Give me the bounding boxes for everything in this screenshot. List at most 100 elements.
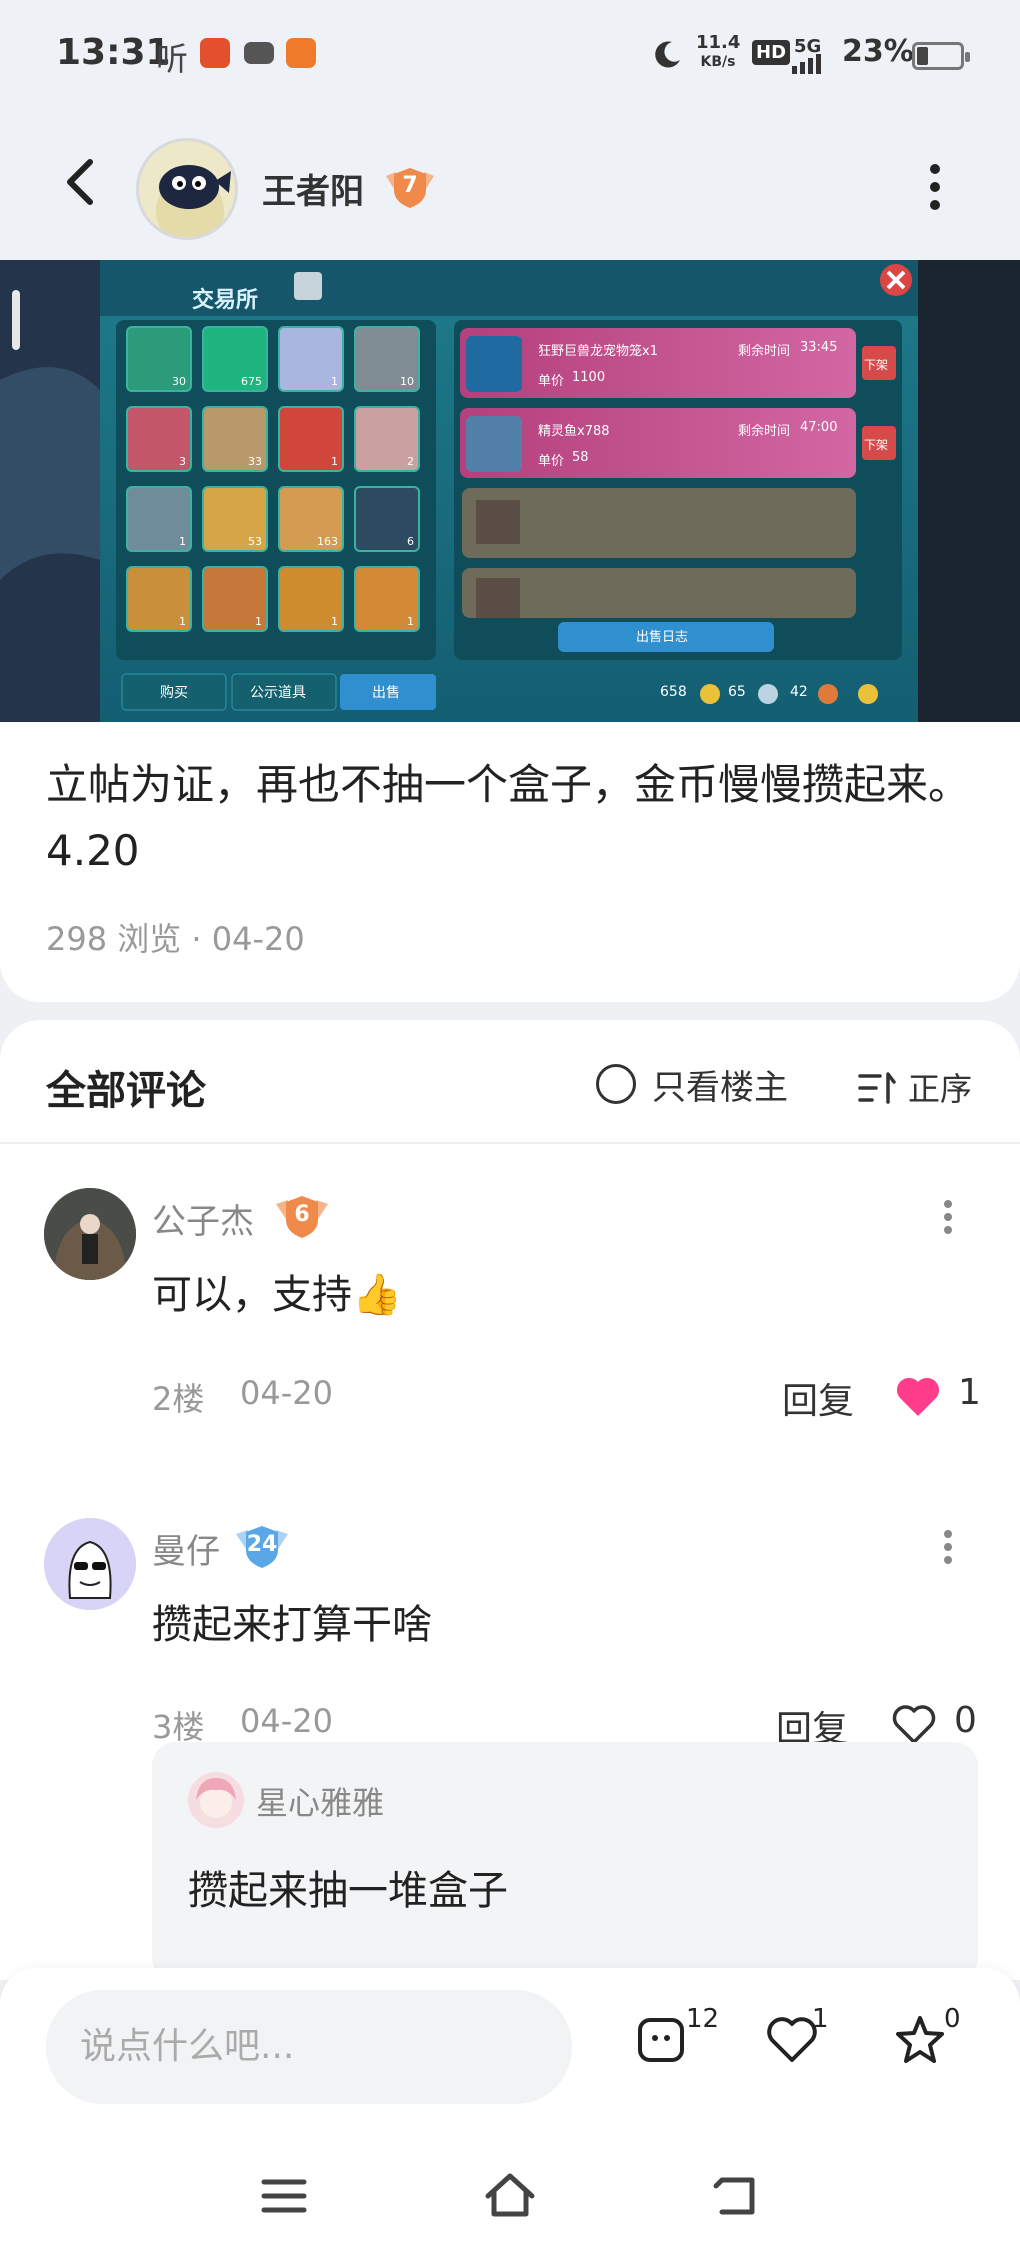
author-avatar[interactable] xyxy=(136,138,238,240)
more-options-icon[interactable] xyxy=(920,160,950,220)
game-item-count: 1 xyxy=(331,375,338,388)
like-count: 0 xyxy=(954,1700,977,1741)
sub-reply-name[interactable]: 星心雅雅 xyxy=(256,1778,384,1824)
game-item-count: 3 xyxy=(179,455,186,468)
signal-bars-icon xyxy=(792,54,821,74)
sort-order-icon xyxy=(858,1072,896,1104)
comment-more-icon[interactable] xyxy=(938,1528,958,1568)
comment-text: 攒起来打算干啥 xyxy=(152,1602,432,1648)
post-text: 立帖为证，再也不抽一个盒子，金币慢慢攒起来。4.20 xyxy=(46,760,971,875)
listing-price-label: 单价 xyxy=(538,454,565,469)
game-item-count: 6 xyxy=(407,535,414,548)
status-time: 13:31 xyxy=(56,32,171,73)
listing-time-label: 剩余时间 xyxy=(738,344,791,359)
listing-name: 狂野巨兽龙宠物笼x1 xyxy=(538,344,658,359)
home-icon[interactable] xyxy=(480,2166,540,2226)
sort-label: 正序 xyxy=(908,1070,973,1108)
game-item-tile: 1 xyxy=(354,566,420,632)
game-item-count: 1 xyxy=(255,615,262,628)
game-item-count: 1 xyxy=(407,615,414,628)
comments-title: 全部评论 xyxy=(46,1068,206,1114)
heart-outline-icon[interactable] xyxy=(890,1702,938,1746)
game-item-tile: 10 xyxy=(354,326,420,392)
game-item-tile: 1 xyxy=(126,486,192,552)
sale-log-button: 出售日志 xyxy=(636,630,689,645)
commenter-name[interactable]: 曼仔 xyxy=(152,1524,220,1573)
game-item-count: 1 xyxy=(331,615,338,628)
bottom-action-bar: 说点什么吧... 12 1 0 xyxy=(0,1968,1020,2138)
battery-percent: 23% xyxy=(842,34,914,69)
commenter-name[interactable]: 公子杰 xyxy=(152,1194,254,1243)
commenter-avatar-image xyxy=(44,1188,136,1280)
back-nav-icon[interactable] xyxy=(706,2166,766,2226)
commenter-level-badge: 6 xyxy=(272,1194,332,1240)
sub-reply-text: 攒起来抽一堆盒子 xyxy=(188,1868,508,1914)
listing-price: 1100 xyxy=(572,370,606,385)
game-item-tile: 30 xyxy=(126,326,192,392)
comment-floor: 2楼 xyxy=(152,1380,205,1418)
sub-reply-card[interactable]: 星心雅雅 攒起来抽一堆盒子 xyxy=(152,1742,978,1982)
commenter-avatar[interactable] xyxy=(44,1518,136,1610)
back-arrow-icon[interactable] xyxy=(52,152,112,212)
listing-name: 精灵鱼x788 xyxy=(538,424,610,439)
listing-1-remove-button: 下架 xyxy=(864,358,889,372)
comments-divider xyxy=(0,1142,1020,1144)
net-speed: 11.4 KB/s xyxy=(696,34,740,71)
game-currency-gold: 658 xyxy=(660,684,687,700)
net-speed-value: 11.4 xyxy=(696,32,741,53)
favorite-count: 0 xyxy=(944,2004,961,2034)
game-tab-sell: 出售 xyxy=(372,685,400,701)
game-item-tile: 3 xyxy=(126,406,192,472)
commenter-avatar[interactable] xyxy=(44,1188,136,1280)
listing-1: 狂野巨兽龙宠物笼x1 剩余时间 33:45 单价 1100 xyxy=(538,332,858,402)
game-item-tile: 1 xyxy=(278,326,344,392)
game-item-tile: 1 xyxy=(278,566,344,632)
game-item-tile: 2 xyxy=(354,406,420,472)
game-item-tile: 1 xyxy=(202,566,268,632)
author-level-badge: 7 xyxy=(382,166,438,210)
game-title: 交易所 xyxy=(192,288,259,313)
status-bar: 13:31 听 11.4 KB/s HD 5G 23% xyxy=(0,0,1020,110)
game-item-count: 30 xyxy=(172,375,186,388)
star-outline-icon[interactable] xyxy=(892,2012,948,2068)
author-name[interactable]: 王者阳 xyxy=(262,164,364,213)
do-not-disturb-moon-icon xyxy=(655,41,680,68)
net-speed-unit: KB/s xyxy=(700,54,736,70)
message-notification-icon xyxy=(244,42,274,64)
game-tab-notice: 公示道具 xyxy=(250,685,306,701)
game-currency-other: 42 xyxy=(790,684,808,700)
post-image[interactable]: 30 675 1 10 3 33 1 2 1 53 163 6 1 1 1 1 交易所 狂野巨兽龙宠物笼x1 … xyxy=(0,260,1020,722)
comment-date: 04-20 xyxy=(240,1374,333,1412)
comment-more-icon[interactable] xyxy=(938,1198,958,1238)
commenter-avatar-image xyxy=(44,1518,136,1610)
system-nav-bar xyxy=(0,2138,1020,2255)
listing-time: 47:00 xyxy=(800,420,838,435)
listing-2-remove-button: 下架 xyxy=(864,438,889,452)
radio-circle-icon xyxy=(596,1064,636,1104)
like-total-count: 1 xyxy=(812,2004,829,2034)
comment-icon[interactable] xyxy=(634,2012,690,2068)
menu-icon[interactable] xyxy=(254,2166,314,2226)
post-meta: 298 浏览 · 04-20 xyxy=(46,920,305,958)
game-item-count: 53 xyxy=(248,535,262,548)
author-avatar-image xyxy=(139,141,235,237)
game-item-count: 33 xyxy=(248,455,262,468)
game-item-count: 2 xyxy=(407,455,414,468)
game-currency-silver: 65 xyxy=(728,684,746,700)
like-count: 1 xyxy=(958,1372,981,1413)
listing-time-label: 剩余时间 xyxy=(738,424,791,439)
game-item-tile: 163 xyxy=(278,486,344,552)
reply-button[interactable]: 回复 xyxy=(782,1372,854,1424)
listing-2: 精灵鱼x788 剩余时间 47:00 单价 58 xyxy=(538,412,858,482)
comment-date: 04-20 xyxy=(240,1702,333,1740)
comment-count: 12 xyxy=(686,2004,720,2034)
hd-badge: HD xyxy=(752,40,791,65)
post-content-card: 立帖为证，再也不抽一个盒子，金币慢慢攒起来。4.20 298 浏览 · 04-2… xyxy=(0,722,1020,1002)
game-item-tile: 53 xyxy=(202,486,268,552)
sub-reply-avatar[interactable] xyxy=(188,1772,244,1828)
game-item-tile: 1 xyxy=(278,406,344,472)
comment-input[interactable]: 说点什么吧... xyxy=(46,1990,572,2104)
game-item-count: 10 xyxy=(400,375,414,388)
game-item-tile: 675 xyxy=(202,326,268,392)
heart-filled-icon[interactable] xyxy=(894,1374,942,1418)
